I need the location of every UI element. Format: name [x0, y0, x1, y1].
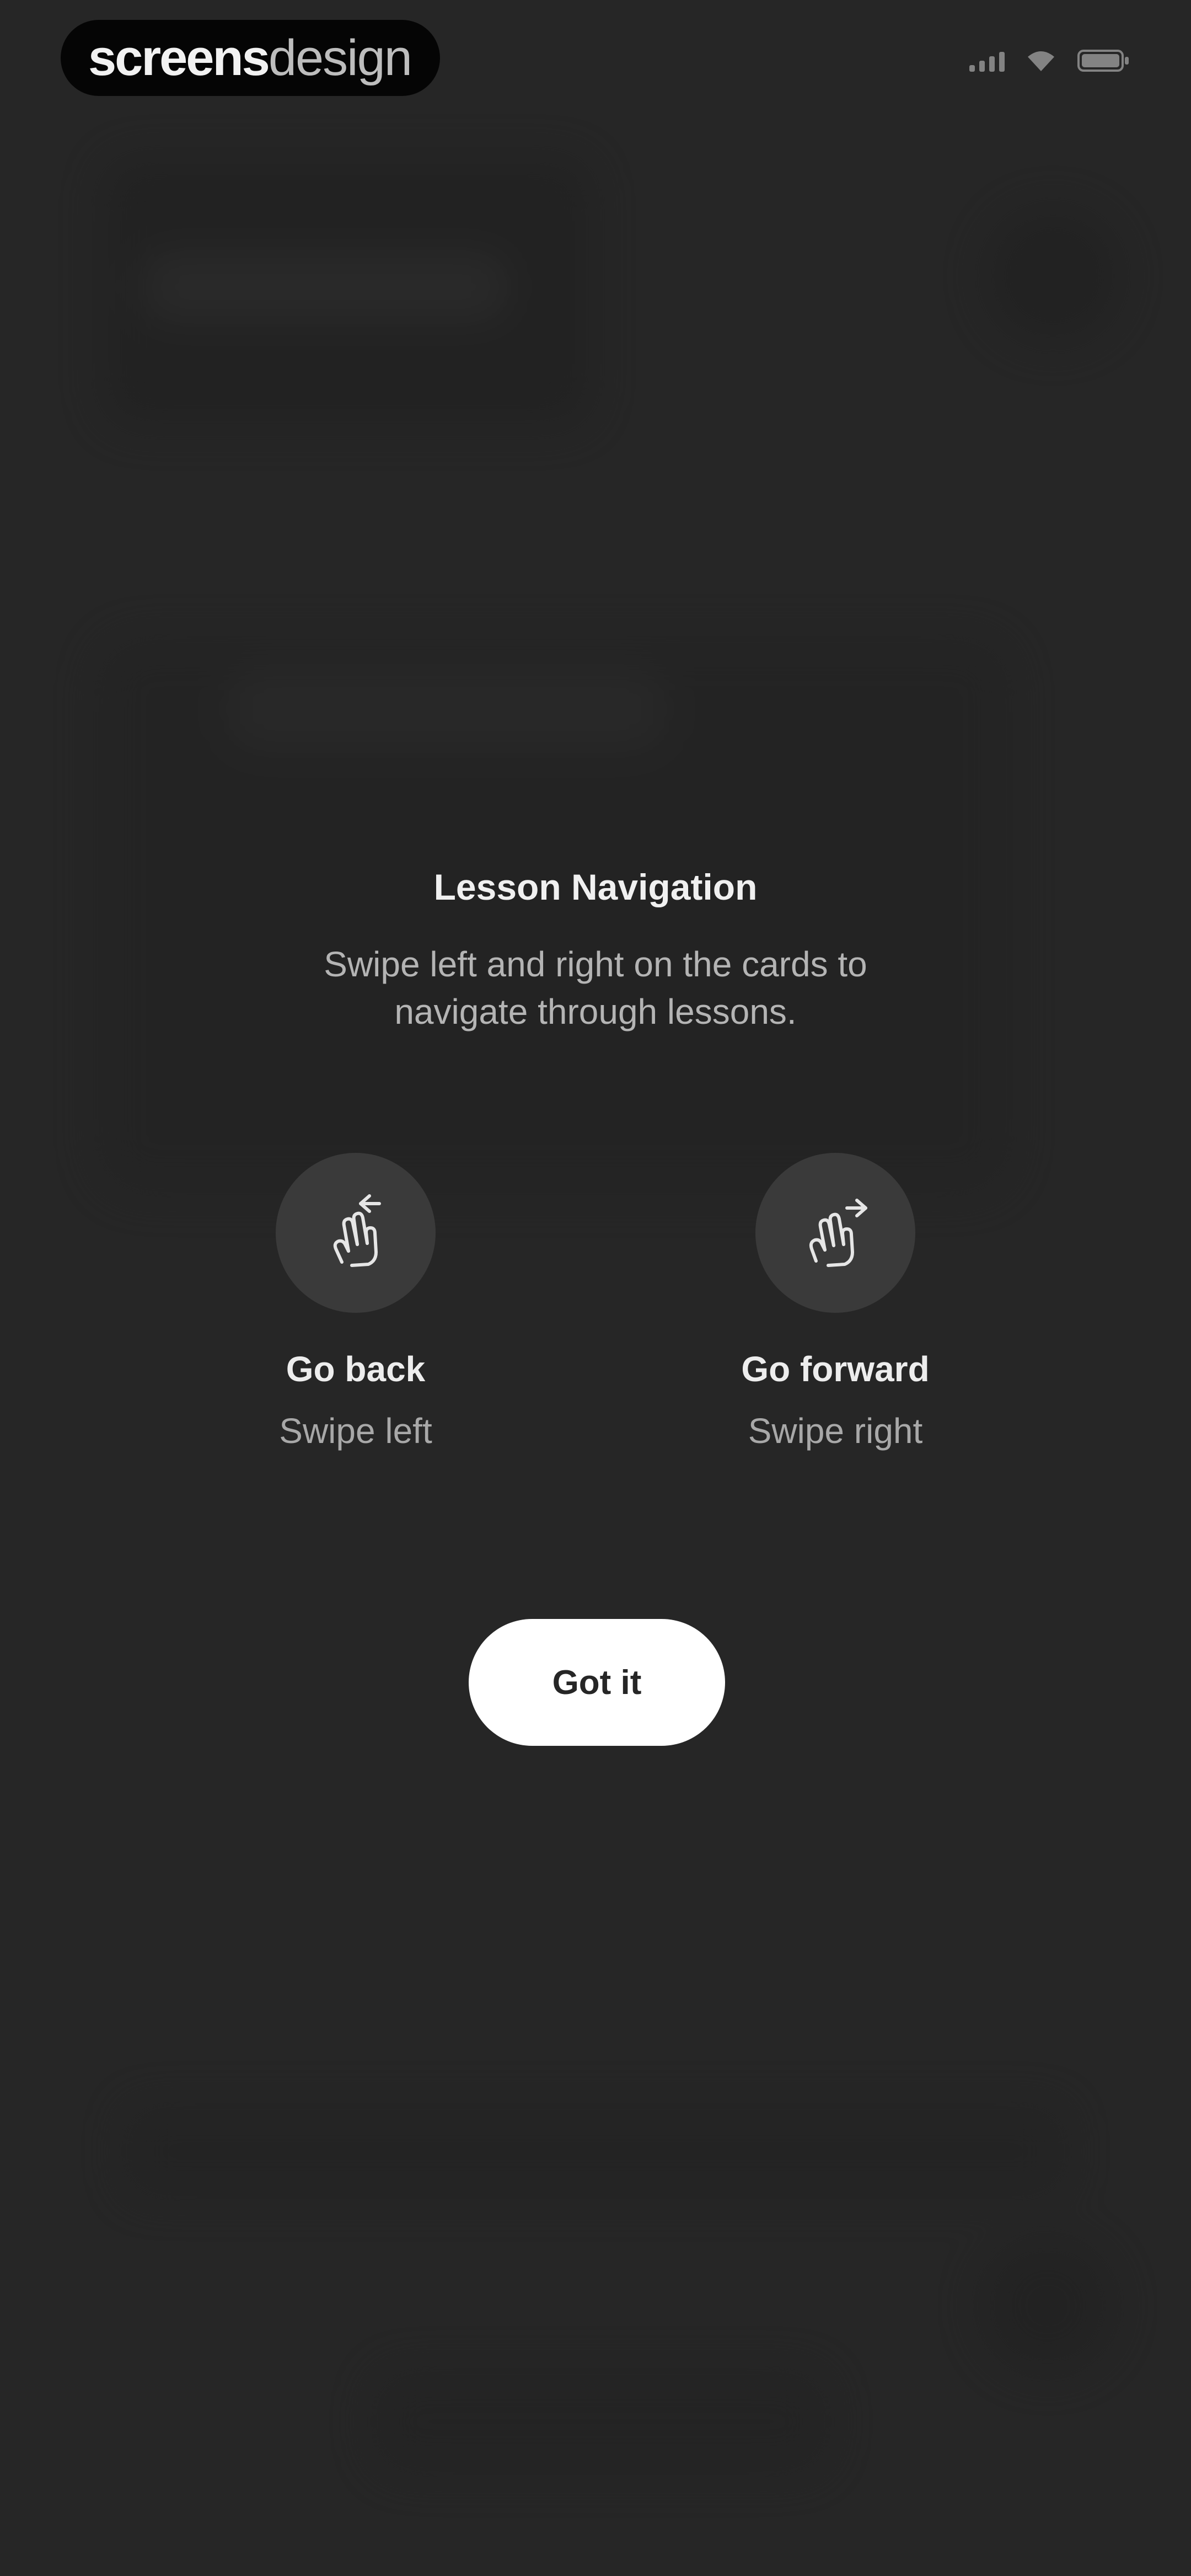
blurred-header-text	[143, 254, 507, 320]
overlay-description: Swipe left and right on the cards to nav…	[324, 944, 867, 1032]
screen: screens design Lesson Navigation Swipe le…	[0, 0, 1191, 2576]
got-it-button[interactable]: Got it	[469, 1619, 725, 1746]
overlay-title: Lesson Navigation	[433, 867, 758, 907]
swipe-left-hand-icon	[333, 1194, 381, 1267]
brand-text-bold: screens	[88, 29, 270, 86]
blurred-background	[0, 0, 1191, 2576]
signal-icon	[969, 50, 1005, 72]
gesture-circle	[755, 1153, 915, 1313]
gesture-go-forward-label: Go forward	[741, 1349, 930, 1389]
brand-logo: screens design	[61, 20, 440, 96]
status-icons	[969, 49, 1130, 73]
blurred-bottom-bar	[375, 2372, 827, 2471]
blurred-bottom-button	[981, 2240, 1114, 2372]
brand-text-light: design	[268, 29, 412, 86]
wifi-icon	[1026, 49, 1056, 72]
battery-icon	[1077, 49, 1130, 73]
gesture-go-forward: Go forward Swipe right	[686, 1153, 984, 1451]
blurred-bottom-block	[127, 2107, 1064, 2195]
gesture-circle	[276, 1153, 436, 1313]
gesture-go-back-label: Go back	[286, 1349, 426, 1389]
blurred-card-text	[232, 673, 662, 745]
gesture-go-back: Go back Swipe left	[207, 1153, 505, 1451]
gesture-go-forward-hint: Swipe right	[748, 1411, 923, 1451]
swipe-right-hand-icon	[809, 1199, 867, 1267]
gesture-go-back-hint: Swipe left	[279, 1411, 432, 1451]
blurred-avatar	[987, 210, 1119, 342]
